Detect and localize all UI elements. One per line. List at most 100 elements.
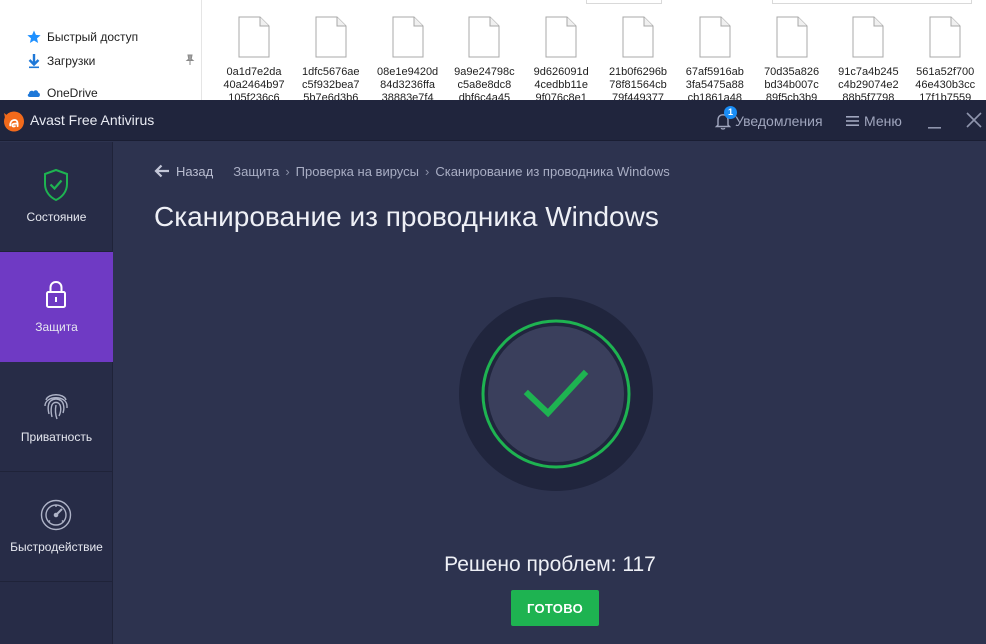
sidebar-item-performance[interactable]: Быстродействие bbox=[0, 472, 113, 582]
sidebar-item-label: Быстродействие bbox=[10, 540, 103, 554]
file-icon bbox=[468, 16, 500, 58]
file-name-line: 38883e7f4 bbox=[381, 92, 434, 100]
file-item[interactable]: 561a52f700 46e430b3cc 17f1b7559 bbox=[907, 16, 983, 100]
file-tile-top bbox=[772, 0, 972, 4]
nav-item-onedrive[interactable]: OneDrive bbox=[26, 84, 98, 100]
sidebar-item-label: Состояние bbox=[26, 210, 87, 224]
notifications-button[interactable]: 1 Уведомления bbox=[714, 106, 823, 132]
breadcrumb-item-protection[interactable]: Защита bbox=[233, 164, 279, 179]
file-explorer-background: Быстрый доступ Загрузки OneDrive 0a1d7e2… bbox=[0, 0, 986, 100]
file-name-line: 105f236c6 bbox=[228, 92, 280, 100]
breadcrumb-item-explorer-scan: Сканирование из проводника Windows bbox=[435, 163, 670, 179]
title-bar[interactable]: Avast Free Antivirus 1 Уведомления Меню bbox=[0, 100, 986, 141]
sidebar-item-privacy[interactable]: Приватность bbox=[0, 362, 113, 472]
file-icon bbox=[852, 16, 884, 58]
file-name-line: cb1861a48 bbox=[687, 92, 743, 100]
file-name-line: 70d35a826 bbox=[764, 66, 820, 78]
star-icon bbox=[26, 29, 42, 45]
sidebar-item-label: Защита bbox=[35, 320, 78, 334]
avast-window: Avast Free Antivirus 1 Уведомления Меню … bbox=[0, 100, 986, 644]
nav-item-label: Загрузки bbox=[47, 54, 96, 68]
cloud-icon bbox=[26, 85, 42, 100]
file-icon bbox=[392, 16, 424, 58]
file-item[interactable]: 70d35a826 bd34b007c 89f5cb3b9 bbox=[754, 16, 830, 100]
file-name-line: c4b29074e2 bbox=[838, 79, 899, 91]
sidebar-nav: Состояние Защита Приватность Быстродейст… bbox=[0, 142, 113, 644]
file-grid: 0a1d7e2da 40a2464b97 105f236c6 1dfc5676ae c5… bbox=[202, 0, 986, 100]
main-content: Назад Защита › Проверка на вирусы › Скан… bbox=[114, 142, 986, 644]
app-title: Avast Free Antivirus bbox=[30, 112, 155, 128]
sidebar-item-protection[interactable]: Защита bbox=[0, 252, 113, 362]
pin-icon[interactable] bbox=[184, 54, 196, 66]
file-icon bbox=[622, 16, 654, 58]
nav-item-downloads[interactable]: Загрузки bbox=[26, 52, 95, 70]
file-name-line: 1dfc5676ae bbox=[302, 66, 360, 78]
nav-item-quick-access[interactable]: Быстрый доступ bbox=[26, 28, 138, 46]
done-button[interactable]: ГОТОВО bbox=[511, 590, 599, 626]
file-name-line: 08e1e9420d bbox=[377, 66, 439, 78]
arrow-left-icon bbox=[154, 164, 169, 178]
resolved-problems-text: Решено проблем: 117 bbox=[444, 553, 656, 576]
file-name-line: dbf6c4a45 bbox=[458, 92, 511, 100]
shield-check-icon bbox=[35, 167, 77, 203]
menu-label: Меню bbox=[864, 113, 902, 129]
file-icon bbox=[929, 16, 961, 58]
close-button[interactable] bbox=[962, 110, 986, 132]
file-item[interactable]: 1dfc5676ae c5f932bea7 5b7e6d3b6 bbox=[293, 16, 369, 100]
file-icon bbox=[699, 16, 731, 58]
file-name-line: c5a8e8dc8 bbox=[457, 79, 512, 91]
file-icon bbox=[238, 16, 270, 58]
file-name-line: 5b7e6d3b6 bbox=[303, 92, 359, 100]
file-name-line: bd34b007c bbox=[764, 79, 819, 91]
file-icon bbox=[315, 16, 347, 58]
scan-complete-indicator bbox=[459, 297, 653, 491]
file-item[interactable]: 91c7a4b245 c4b29074e2 88b5f7798 bbox=[830, 16, 906, 100]
bell-icon: 1 bbox=[714, 106, 737, 131]
lock-icon bbox=[35, 277, 77, 313]
file-tile-top bbox=[586, 0, 662, 4]
notifications-label: Уведомления bbox=[735, 113, 823, 129]
file-item[interactable]: 9a9e24798c c5a8e8dc8 dbf6c4a45 bbox=[446, 16, 522, 100]
file-name-line: c5f932bea7 bbox=[302, 79, 360, 91]
file-name-line: 4cedbb11e bbox=[534, 79, 588, 91]
file-name-line: 561a52f700 bbox=[916, 66, 975, 78]
file-name-line: 46e430b3cc bbox=[915, 79, 976, 91]
chevron-right-icon: › bbox=[285, 163, 290, 179]
file-item[interactable]: 21b0f6296b 78f81564cb 79f449377 bbox=[600, 16, 676, 100]
minimize-button[interactable] bbox=[924, 110, 946, 132]
nav-item-label: Быстрый доступ bbox=[47, 30, 139, 44]
file-name-line: 88b5f7798 bbox=[842, 92, 895, 100]
page-title: Сканирование из проводника Windows bbox=[154, 201, 659, 232]
back-button[interactable]: Назад bbox=[154, 164, 213, 179]
file-name-line: 21b0f6296b bbox=[608, 66, 668, 78]
menu-button[interactable]: Меню bbox=[846, 110, 902, 132]
file-name-line: 67af5916ab bbox=[685, 66, 744, 78]
file-item[interactable]: 08e1e9420d 84d3236ffa 38883e7f4 bbox=[370, 16, 446, 100]
nav-item-label: OneDrive bbox=[47, 86, 98, 100]
file-name-line: 78f81564cb bbox=[609, 79, 667, 91]
explorer-nav-pane: Быстрый доступ Загрузки OneDrive bbox=[0, 0, 202, 100]
file-name-line: 91c7a4b245 bbox=[838, 66, 899, 78]
breadcrumb: Назад Защита › Проверка на вирусы › Скан… bbox=[154, 162, 670, 180]
file-name-line: 9d626091d bbox=[533, 66, 589, 78]
file-name-line: 0a1d7e2da bbox=[226, 66, 282, 78]
sidebar-item-status[interactable]: Состояние bbox=[0, 142, 113, 252]
file-name-line: 9f076c8e1 bbox=[535, 92, 587, 100]
download-arrow-icon bbox=[26, 53, 42, 69]
fingerprint-icon bbox=[35, 387, 77, 423]
hamburger-icon bbox=[846, 116, 859, 126]
file-item[interactable]: 0a1d7e2da 40a2464b97 105f236c6 bbox=[216, 16, 292, 100]
speedometer-icon bbox=[35, 497, 77, 533]
file-icon bbox=[545, 16, 577, 58]
sidebar-item-label: Приватность bbox=[20, 430, 93, 444]
breadcrumb-item-virus-scan[interactable]: Проверка на вирусы bbox=[296, 164, 419, 179]
file-item[interactable]: 67af5916ab 3fa5475a88 cb1861a48 bbox=[677, 16, 753, 100]
file-name-line: 89f5cb3b9 bbox=[765, 92, 818, 100]
chevron-right-icon: › bbox=[424, 163, 430, 179]
file-name-line: 84d3236ffa bbox=[380, 79, 436, 91]
file-icon bbox=[776, 16, 808, 58]
file-name-line: 40a2464b97 bbox=[223, 79, 285, 91]
file-item[interactable]: 9d626091d 4cedbb11e 9f076c8e1 bbox=[523, 16, 599, 100]
file-name-line: 17f1b7559 bbox=[919, 92, 972, 100]
file-name-line: 3fa5475a88 bbox=[685, 79, 744, 91]
